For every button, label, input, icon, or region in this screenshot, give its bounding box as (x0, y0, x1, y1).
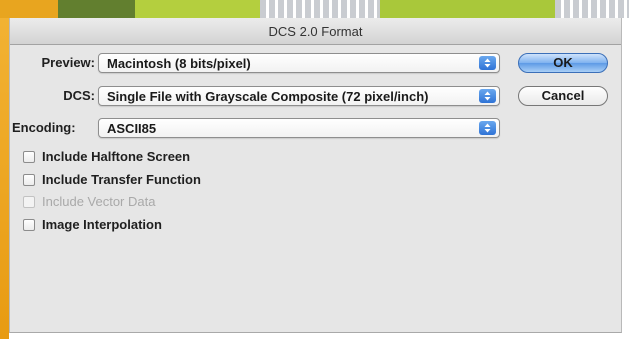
image-interpolation-checkbox[interactable] (23, 219, 35, 231)
preview-select-value: Macintosh (8 bits/pixel) (107, 56, 251, 71)
dcs-select-value: Single File with Grayscale Composite (72… (107, 89, 429, 104)
background-right-edge (622, 18, 629, 339)
include-transfer-function-label: Include Transfer Function (42, 172, 201, 187)
encoding-select-value: ASCII85 (107, 121, 157, 136)
preview-label: Preview: (41, 55, 95, 70)
include-transfer-function-checkbox[interactable] (23, 174, 35, 186)
dcs-select[interactable]: Single File with Grayscale Composite (72… (98, 86, 500, 106)
encoding-select[interactable]: ASCII85 (98, 118, 500, 138)
dark-green-strip-segment (58, 0, 135, 18)
ok-button[interactable]: OK (518, 53, 608, 73)
preview-select[interactable]: Macintosh (8 bits/pixel) (98, 53, 500, 73)
dcs-label: DCS: (63, 88, 95, 103)
include-vector-data-label: Include Vector Data (42, 194, 156, 209)
include-halftone-screen-checkbox[interactable] (23, 151, 35, 163)
green-strip-segment (135, 0, 260, 18)
dialog-titlebar[interactable]: DCS 2.0 Format (10, 18, 621, 45)
image-interpolation-label: Image Interpolation (42, 217, 162, 232)
dotted-strip-segment-2 (555, 0, 629, 18)
dotted-strip-segment (260, 0, 380, 18)
include-vector-data-checkbox (23, 196, 35, 208)
green-strip-segment-2 (380, 0, 555, 18)
background-orange-bar (0, 18, 9, 339)
dialog-title: DCS 2.0 Format (268, 24, 363, 39)
encoding-stepper-icon (479, 121, 496, 135)
dcs-format-dialog: DCS 2.0 Format Preview: Macintosh (8 bit… (9, 18, 622, 333)
orange-strip-segment (0, 0, 58, 18)
include-halftone-screen-label: Include Halftone Screen (42, 149, 191, 164)
dcs-stepper-icon (479, 89, 496, 103)
background-window-strip (0, 0, 629, 18)
encoding-label: Encoding: (12, 120, 76, 135)
preview-stepper-icon (479, 56, 496, 70)
cancel-button[interactable]: Cancel (518, 86, 608, 106)
